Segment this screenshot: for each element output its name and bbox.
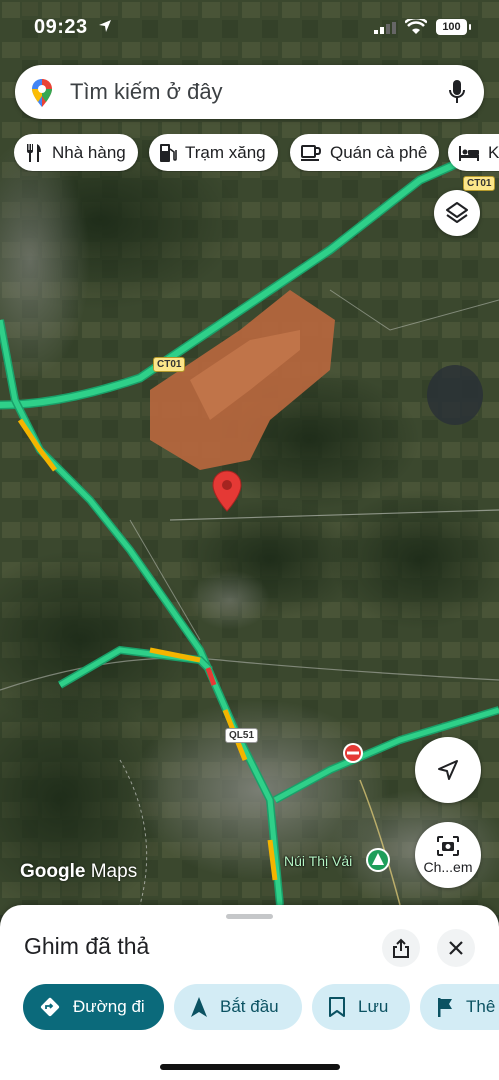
chip-label: Nhà hàng <box>52 142 126 162</box>
cellular-signal-icon <box>374 22 396 34</box>
chip-restaurant[interactable]: Nhà hàng <box>14 134 138 171</box>
hotel-icon <box>459 145 479 161</box>
close-icon <box>449 941 463 955</box>
camera-scan-icon <box>437 836 459 856</box>
chip-label: Quán cà phê <box>330 142 428 162</box>
battery-cap <box>469 24 471 30</box>
sheet-drag-handle[interactable] <box>226 914 273 919</box>
start-label: Bắt đầu <box>220 997 279 1016</box>
bookmark-icon <box>329 997 345 1017</box>
wifi-icon <box>405 19 427 34</box>
status-time: 09:23 <box>34 16 88 38</box>
chip-coffee[interactable]: Quán cà phê <box>290 134 440 171</box>
gas-station-icon <box>160 143 177 162</box>
google-maps-logo: Google Maps <box>20 861 138 882</box>
chip-label: Kh <box>488 142 499 162</box>
start-button[interactable]: Bắt đầu <box>174 984 302 1030</box>
save-button[interactable]: Lưu <box>312 984 410 1030</box>
chip-label: Trạm xăng <box>185 142 266 162</box>
layers-icon <box>446 202 468 223</box>
chip-gas-station[interactable]: Trạm xăng <box>149 134 278 171</box>
close-button[interactable] <box>437 929 475 967</box>
my-location-button[interactable] <box>415 737 481 803</box>
sheet-title: Ghim đã thả <box>24 933 150 959</box>
location-arrow-icon <box>99 20 111 32</box>
street-view-button[interactable]: Ch...em <box>415 822 481 888</box>
map-layers-button[interactable] <box>434 190 480 236</box>
category-chips: Nhà hàng Trạm xăng Quán cà phê Kh <box>14 134 499 172</box>
label-button[interactable]: Thê <box>420 984 499 1030</box>
share-icon <box>393 938 409 958</box>
save-label: Lưu <box>358 997 389 1016</box>
share-button[interactable] <box>382 929 420 967</box>
directions-label: Đường đi <box>73 997 145 1016</box>
google-maps-pin-logo-icon <box>32 79 52 107</box>
dropped-pin-icon[interactable] <box>212 470 242 512</box>
road-label-ct01: CT01 <box>153 357 186 372</box>
action-buttons-row: Đường đi Bắt đầu Lưu Thê <box>0 984 499 1032</box>
coffee-icon <box>301 144 322 161</box>
chip-hotel[interactable]: Kh <box>448 134 499 171</box>
dropped-pin-sheet[interactable]: Ghim đã thả Đường đi Bắt đầu Lưu Thê <box>0 905 499 1080</box>
label-label: Thê <box>466 997 496 1016</box>
search-input[interactable]: Tìm kiếm ở đây <box>70 79 223 105</box>
microphone-icon[interactable] <box>448 79 466 105</box>
street-view-label: Ch...em <box>423 859 473 875</box>
restaurant-icon <box>27 143 41 162</box>
search-bar[interactable]: Tìm kiếm ở đây <box>15 65 484 119</box>
road-label-ql51: QL51 <box>225 728 259 743</box>
navigation-arrow-icon <box>438 760 458 780</box>
place-label-nui-thi-vai[interactable]: Núi Thị Vải <box>284 853 352 869</box>
status-bar: 09:23 100 <box>0 0 499 56</box>
directions-button[interactable]: Đường đi <box>23 984 164 1030</box>
directions-icon <box>40 997 60 1017</box>
flag-icon <box>438 998 452 1017</box>
battery-icon: 100 <box>436 19 467 35</box>
road-label-ct01: CT01 <box>463 176 496 191</box>
navigation-icon <box>191 997 207 1017</box>
home-indicator[interactable] <box>160 1064 340 1070</box>
